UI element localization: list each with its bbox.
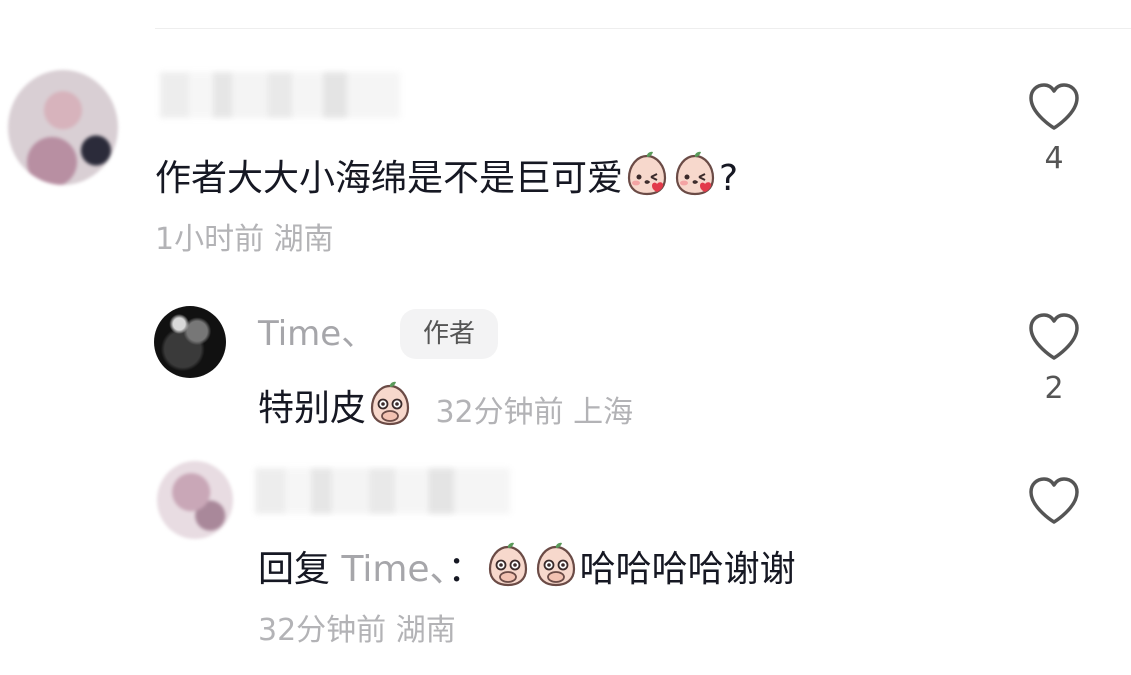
reply-body: 特别皮 [258,388,367,429]
like-count: 2 [1044,371,1064,406]
heart-outline-icon [1029,477,1079,524]
reply-colon: ： [447,549,484,590]
comment-suffix: ? [719,158,739,199]
reply-to-username[interactable]: Time、 [341,549,447,590]
reply-meta: 32分钟前 湖南 [258,613,456,648]
comment-body: 作者大大小海绵是不是巨可爱 [155,158,624,199]
covering-mouth-peach-emoji [488,542,527,587]
blurred-username[interactable] [255,468,510,514]
heart-outline-icon [1029,313,1079,360]
heart-outline-icon [1029,83,1079,130]
comment-text[interactable]: 作者大大小海绵是不是巨可爱 ? [155,150,738,201]
reply-text[interactable]: 特别皮 32分钟前 上海 [258,380,633,431]
avatar[interactable] [8,70,118,185]
reply-text[interactable]: 回复 Time、： 哈哈哈哈谢谢 [258,541,796,592]
author-avatar[interactable] [154,306,226,378]
reply-body: 哈哈哈哈谢谢 [579,549,796,590]
reply-meta: 32分钟前 上海 [435,395,634,430]
like-button[interactable]: 4 [1014,82,1094,176]
comment-section: 作者大大小海绵是不是巨可爱 ? 1小时前 湖南 4 Time、 作者 特别皮 3… [0,0,1131,675]
author-badge: 作者 [400,309,498,359]
comment-meta: 1小时前 湖南 [155,222,334,257]
blurred-username[interactable] [160,72,400,118]
avatar[interactable] [157,461,233,539]
divider [155,28,1131,29]
blushing-peach-emoji [627,151,667,196]
reply-prefix: 回复 [258,549,342,590]
covering-mouth-peach-emoji [536,542,575,587]
username[interactable]: Time、 [258,314,375,354]
blushing-peach-emoji [675,151,715,196]
like-button[interactable]: 2 [1014,312,1094,406]
like-count: 4 [1044,141,1064,176]
like-button[interactable] [1014,476,1094,526]
covering-mouth-peach-emoji [370,381,410,426]
